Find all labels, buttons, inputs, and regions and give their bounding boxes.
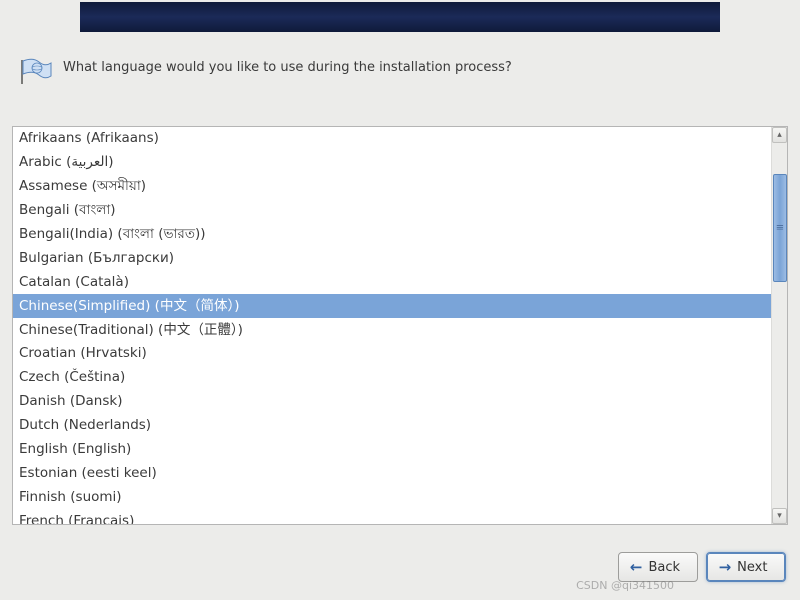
question-text: What language would you like to use duri… [63,58,512,77]
next-button-label: Next [737,560,767,575]
language-item[interactable]: Arabic (العربية) [13,151,771,175]
next-button[interactable]: → Next [706,552,786,582]
language-item[interactable]: Assamese (অসমীয়া) [13,175,771,199]
language-item[interactable]: Afrikaans (Afrikaans) [13,127,771,151]
scrollbar[interactable]: ▴ ▾ [771,127,787,524]
scroll-down-button[interactable]: ▾ [772,508,787,524]
installer-banner [80,2,720,32]
language-item[interactable]: Bulgarian (Български) [13,247,771,271]
language-item[interactable]: Dutch (Nederlands) [13,414,771,438]
language-item[interactable]: Czech (Čeština) [13,366,771,390]
language-list-container: Afrikaans (Afrikaans)Arabic (العربية)Ass… [12,126,788,525]
language-item[interactable]: Danish (Dansk) [13,390,771,414]
language-item[interactable]: Croatian (Hrvatski) [13,342,771,366]
scroll-track[interactable] [772,143,787,508]
language-item[interactable]: Catalan (Català) [13,271,771,295]
header: What language would you like to use duri… [19,58,512,86]
button-bar: ← Back → Next [618,552,786,582]
language-item[interactable]: English (English) [13,438,771,462]
scroll-up-button[interactable]: ▴ [772,127,787,143]
arrow-right-icon: → [719,558,732,576]
language-list[interactable]: Afrikaans (Afrikaans)Arabic (العربية)Ass… [13,127,771,524]
language-item[interactable]: Bengali (বাংলা) [13,199,771,223]
scroll-thumb[interactable] [773,174,787,282]
arrow-left-icon: ← [630,558,643,576]
back-button[interactable]: ← Back [618,552,698,582]
language-flag-icon [19,58,53,86]
language-item[interactable]: Chinese(Simplified) (中文（简体）) [13,294,771,318]
language-item[interactable]: Chinese(Traditional) (中文（正體）) [13,318,771,342]
back-button-label: Back [649,560,681,575]
language-item[interactable]: French (Français) [13,510,771,524]
language-item[interactable]: Bengali(India) (বাংলা (ভারত)) [13,223,771,247]
language-item[interactable]: Estonian (eesti keel) [13,462,771,486]
language-item[interactable]: Finnish (suomi) [13,486,771,510]
